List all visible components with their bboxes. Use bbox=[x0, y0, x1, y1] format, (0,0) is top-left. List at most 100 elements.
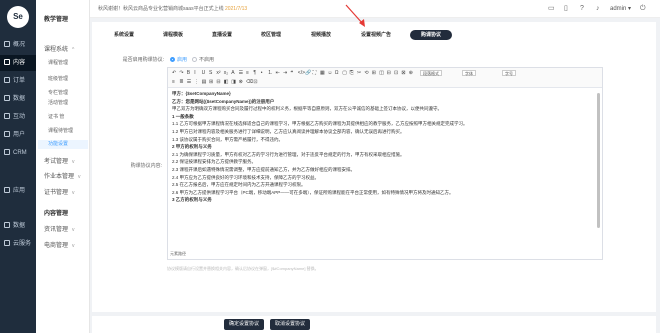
toolbar-button[interactable]: ≡ bbox=[172, 79, 175, 85]
toolbar-button[interactable]: </> bbox=[298, 70, 305, 76]
editor-content[interactable]: 甲方：{$setCompanyName} 乙方：您是网站({$setCompany… bbox=[172, 90, 594, 250]
toolbar-button[interactable]: ⊗ bbox=[239, 79, 243, 85]
radio-disable[interactable]: 不启用 bbox=[192, 56, 214, 63]
toolbar-button[interactable]: ⊞ bbox=[372, 70, 376, 76]
toolbar-button[interactable]: ≣ bbox=[179, 79, 183, 85]
rail-item[interactable]: CRM bbox=[0, 145, 36, 161]
toolbar-button[interactable]: ▦ bbox=[320, 70, 325, 76]
submenu-section[interactable]: 考试管理 v bbox=[44, 156, 75, 165]
toolbar-button[interactable]: ◧ bbox=[224, 79, 229, 85]
toolbar-button[interactable]: ☰ bbox=[187, 79, 191, 85]
toolbar-button[interactable]: S bbox=[209, 70, 212, 76]
tab[interactable]: 直播设置 bbox=[202, 30, 242, 40]
rich-text-editor[interactable]: ↶ ↷ B I U Sx² x₂ A ☰ ≡ ¶ • 1. ⇤ ⇥ ❝ </> 🔗 ⛶ ▦ ☺ Ω ▢ ⎘ ✂ ⟲ ⊞ ◫ ⊟ ⊡ ⊠ ⊕ 段落… bbox=[167, 67, 603, 260]
bell-icon[interactable]: ♪ bbox=[596, 5, 600, 12]
toolbar-button[interactable]: ⊡ bbox=[253, 79, 257, 85]
submenu-section[interactable]: 课程系统 ^ bbox=[44, 44, 74, 53]
submenu-item[interactable]: 证书 管 bbox=[48, 113, 64, 120]
confirm-button[interactable]: 确定设置协议 bbox=[224, 319, 264, 330]
toolbar-button[interactable]: ◫ bbox=[379, 70, 384, 76]
submenu-item[interactable]: 专栏管理 bbox=[48, 89, 68, 96]
toolbar-button[interactable]: 1. bbox=[268, 70, 272, 76]
toolbar-button[interactable]: U bbox=[202, 70, 206, 76]
toolbar-select[interactable]: 字体 bbox=[462, 70, 476, 76]
rail-item[interactable]: 互动 bbox=[0, 109, 36, 125]
rail-item[interactable]: 云服务 bbox=[0, 236, 36, 252]
doc-line: 2.4 甲方应为乙方提供良好的学习环境和技术支持，保障乙方的学习权益。 bbox=[172, 174, 320, 180]
nav-icon bbox=[4, 187, 10, 193]
user-menu[interactable]: admin ▾ bbox=[610, 5, 631, 12]
toolbar-button[interactable]: ⇤ bbox=[276, 70, 280, 76]
tab[interactable]: 系统设置 bbox=[104, 30, 144, 40]
submenu-section[interactable]: 作业本管理 v bbox=[44, 171, 81, 180]
reset-button[interactable]: 取消设置协议 bbox=[270, 319, 310, 330]
submenu-section[interactable]: 证书管理 v bbox=[44, 187, 75, 196]
toolbar-button[interactable]: ≡ bbox=[246, 70, 249, 76]
submenu-item[interactable]: 课程管理 bbox=[48, 59, 68, 66]
monitor-icon[interactable]: ▭ bbox=[548, 5, 555, 12]
rail-item[interactable]: 应用 bbox=[0, 183, 36, 199]
rail-item[interactable]: 概况 bbox=[0, 37, 36, 53]
doc-line: 2 甲方的权利与义务 bbox=[172, 144, 212, 150]
toolbar-button[interactable]: x² bbox=[216, 70, 220, 76]
toolbar-button[interactable]: ⋮ bbox=[194, 79, 199, 85]
toolbar-button[interactable]: I bbox=[194, 70, 195, 76]
rail-item[interactable]: 数据 bbox=[0, 91, 36, 107]
chevron-down-icon: v bbox=[78, 174, 81, 180]
toolbar-button[interactable]: ⟲ bbox=[364, 70, 368, 76]
tab[interactable]: 设置视频广告 bbox=[352, 30, 400, 40]
radio-enable[interactable]: 启用 bbox=[170, 56, 187, 63]
submenu-item[interactable]: 课程待管理 bbox=[48, 127, 73, 134]
submenu-section[interactable]: 资讯管理 v bbox=[44, 224, 75, 233]
submenu-group-title: 内容管理 bbox=[44, 211, 69, 217]
toolbar-button[interactable]: ☺ bbox=[327, 70, 332, 76]
toolbar-button[interactable]: Ω bbox=[335, 70, 339, 76]
nav-icon bbox=[4, 131, 10, 137]
toolbar-button[interactable]: x₂ bbox=[224, 70, 228, 76]
toolbar-button[interactable]: ⊟ bbox=[216, 79, 220, 85]
toolbar-button[interactable]: ❝ bbox=[290, 70, 293, 76]
toolbar-button[interactable]: ▢ bbox=[342, 70, 347, 76]
toolbar-button[interactable]: ⊠ bbox=[401, 70, 405, 76]
toolbar-button[interactable]: ⊟ bbox=[387, 70, 391, 76]
toolbar-button[interactable]: ⊕ bbox=[409, 70, 413, 76]
editor-scrollbar[interactable] bbox=[597, 93, 600, 228]
toolbar-button[interactable]: • bbox=[261, 70, 263, 76]
toolbar-button[interactable]: A bbox=[231, 70, 234, 76]
submenu-item[interactable]: 功能设置 bbox=[38, 140, 88, 149]
toolbar-button[interactable]: ☰ bbox=[239, 70, 243, 76]
rail-item[interactable]: 订单 bbox=[0, 73, 36, 89]
mobile-icon[interactable]: ▯ bbox=[564, 5, 568, 12]
toolbar-button[interactable]: B bbox=[187, 70, 190, 76]
logout-icon[interactable]: ⏻ bbox=[640, 5, 646, 12]
toolbar-button[interactable]: ⊞ bbox=[209, 79, 213, 85]
toolbar-select[interactable]: 段落格式 bbox=[420, 70, 442, 76]
submenu-item[interactable]: 班级管理 bbox=[48, 75, 68, 82]
tab[interactable]: 购课协议 bbox=[410, 30, 452, 40]
toolbar-button[interactable]: ¶ bbox=[253, 70, 256, 76]
toolbar-button[interactable]: ◨ bbox=[231, 79, 236, 85]
app-logo: Se bbox=[7, 6, 29, 28]
toolbar-button[interactable]: ⛶ bbox=[313, 70, 317, 76]
toolbar-button[interactable]: ⌫ bbox=[246, 79, 253, 85]
rail-item[interactable]: 用户 bbox=[0, 127, 36, 143]
toolbar-button[interactable]: ↶ bbox=[172, 70, 176, 76]
toolbar-button[interactable]: ⎘ bbox=[350, 70, 354, 76]
toolbar-button[interactable]: ✂ bbox=[357, 70, 361, 76]
rail-item[interactable]: 内容 bbox=[0, 55, 36, 71]
help-icon[interactable]: ? bbox=[580, 5, 584, 12]
toolbar-button[interactable]: ⇥ bbox=[283, 70, 287, 76]
toolbar-button[interactable]: ▤ bbox=[202, 79, 207, 85]
rail-item[interactable]: 数据 bbox=[0, 218, 36, 234]
tab[interactable]: 视频播放 bbox=[300, 30, 342, 40]
submenu-item[interactable]: 活动管理 bbox=[48, 99, 68, 106]
submenu-section[interactable]: 电商管理 v bbox=[44, 240, 75, 249]
main-nav-rail: Se 概况 内容 订单 数据 互动 用户 CRM 应用 数据 云服务 bbox=[0, 0, 36, 333]
toolbar-button[interactable]: ⊡ bbox=[394, 70, 398, 76]
toolbar-select[interactable]: 字号 bbox=[502, 70, 516, 76]
toolbar-button[interactable]: 🔗 bbox=[305, 70, 311, 76]
editor-toolbar: ↶ ↷ B I U Sx² x₂ A ☰ ≡ ¶ • 1. ⇤ ⇥ ❝ </> 🔗 ⛶ ▦ ☺ Ω ▢ ⎘ ✂ ⟲ ⊞ ◫ ⊟ ⊡ ⊠ ⊕ 段落… bbox=[168, 68, 602, 88]
tab[interactable]: 课程模板 bbox=[153, 30, 193, 40]
tab[interactable]: 校区管理 bbox=[251, 30, 291, 40]
toolbar-button[interactable]: ↷ bbox=[179, 70, 183, 76]
